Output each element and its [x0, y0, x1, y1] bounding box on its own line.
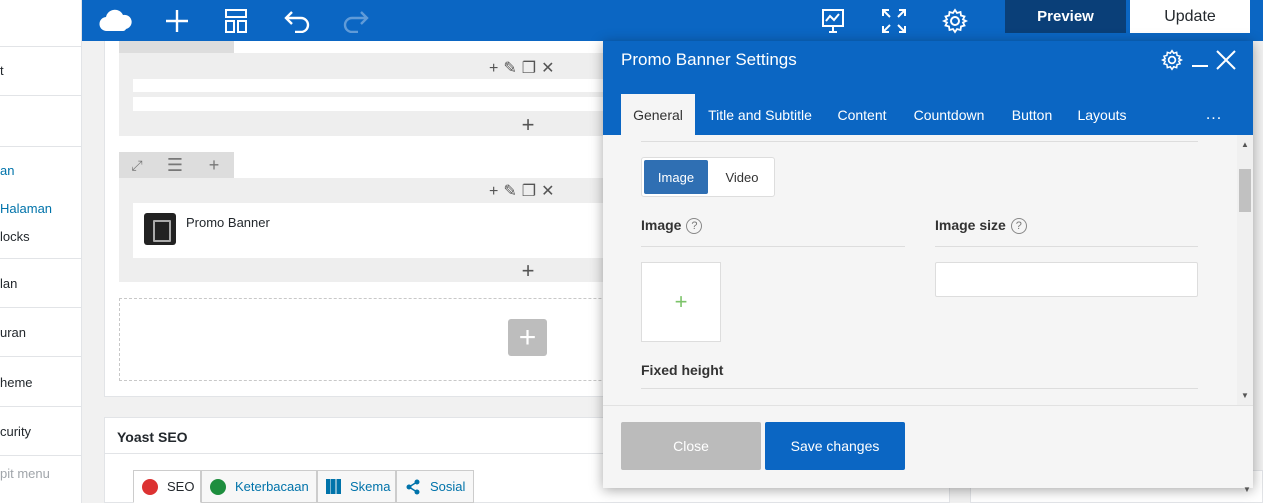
divider: [641, 141, 1198, 142]
cloud-icon[interactable]: [98, 0, 134, 41]
yoast-title: Yoast SEO: [117, 429, 188, 445]
add-icon[interactable]: [159, 0, 195, 41]
row-handle[interactable]: [119, 41, 234, 53]
menu-divider: [0, 356, 82, 357]
drag-icon[interactable]: ☰: [157, 152, 193, 178]
menu-divider: [0, 307, 82, 308]
copy-icon[interactable]: ❐: [522, 183, 541, 200]
module-controls[interactable]: +✎❐✕: [489, 58, 560, 78]
add-icon[interactable]: +: [489, 183, 503, 200]
menu-item[interactable]: curity: [0, 424, 82, 439]
menu-item[interactable]: lan: [0, 276, 82, 291]
collapse-menu[interactable]: pit menu: [0, 466, 82, 481]
menu-item[interactable]: Halaman: [0, 201, 82, 216]
image-size-select[interactable]: [935, 262, 1198, 297]
smiley-icon: [210, 478, 226, 495]
sad-face-icon: [142, 478, 158, 495]
menu-divider: [0, 95, 82, 96]
close-icon[interactable]: ✕: [541, 60, 559, 77]
layout-icon[interactable]: [218, 0, 254, 41]
preview-button[interactable]: Preview: [1005, 0, 1126, 33]
fullscreen-icon[interactable]: [876, 0, 912, 41]
admin-sidebar: t an Halaman locks lan uran heme curity …: [0, 0, 82, 503]
tab-general[interactable]: General: [621, 94, 695, 135]
gear-icon[interactable]: [1159, 47, 1185, 73]
share-icon: [405, 479, 421, 495]
menu-divider: [0, 146, 82, 147]
tab-schema[interactable]: Skema: [317, 470, 396, 503]
more-tabs-icon[interactable]: ...: [1199, 94, 1229, 135]
fixed-height-label: Fixed height: [641, 362, 724, 378]
tab-layouts[interactable]: Layouts: [1073, 94, 1131, 135]
scrollbar-thumb[interactable]: [1239, 169, 1251, 212]
undo-icon[interactable]: [279, 0, 315, 41]
edit-icon[interactable]: ✎: [503, 60, 521, 77]
menu-divider: [0, 46, 82, 47]
grid-icon: [326, 479, 341, 494]
tab-seo[interactable]: SEO: [133, 470, 201, 503]
module-controls[interactable]: +✎❐✕: [489, 181, 560, 201]
tab-title-subtitle[interactable]: Title and Subtitle: [703, 94, 817, 135]
presentation-icon[interactable]: [815, 0, 851, 41]
add-module-icon[interactable]: +: [518, 260, 538, 282]
redo-icon[interactable]: [338, 0, 374, 41]
image-size-label: Image size?: [935, 217, 1027, 234]
scroll-up-icon[interactable]: ▲: [1241, 140, 1249, 149]
scroll-down-icon[interactable]: ▼: [1241, 391, 1249, 400]
close-button[interactable]: Close: [621, 422, 761, 470]
menu-item[interactable]: locks: [0, 229, 82, 244]
gear-icon[interactable]: [937, 0, 973, 41]
modal-header: Promo Banner Settings General Title and …: [603, 41, 1253, 135]
menu-item[interactable]: uran: [0, 325, 82, 340]
divider: [935, 246, 1198, 247]
tab-countdown[interactable]: Countdown: [907, 94, 991, 135]
promo-banner-module[interactable]: [133, 203, 603, 258]
edit-icon[interactable]: ✎: [503, 183, 521, 200]
tab-social[interactable]: Sosial: [396, 470, 474, 503]
modal-title: Promo Banner Settings: [621, 50, 797, 69]
divider: [641, 388, 1198, 389]
help-icon[interactable]: ?: [1010, 218, 1027, 234]
scroll-down-icon[interactable]: ▼: [1243, 485, 1251, 494]
module-placeholder[interactable]: [133, 79, 603, 92]
move-icon[interactable]: ⤢: [119, 152, 155, 178]
plus-icon: +: [674, 289, 688, 314]
menu-item[interactable]: t: [0, 63, 82, 78]
row-handle[interactable]: ⤢ ☰ +: [119, 152, 234, 178]
copy-icon[interactable]: ❐: [522, 60, 541, 77]
tab-content[interactable]: Content: [831, 94, 893, 135]
menu-divider: [0, 258, 82, 259]
module-name: Promo Banner: [186, 215, 270, 230]
media-type-video[interactable]: Video: [710, 160, 774, 194]
update-button[interactable]: Update: [1130, 0, 1250, 33]
add-icon[interactable]: +: [195, 152, 233, 178]
tab-readability[interactable]: Keterbacaan: [201, 470, 317, 503]
add-module-icon[interactable]: +: [518, 114, 538, 136]
promo-banner-icon: [144, 213, 176, 245]
settings-modal: Promo Banner Settings General Title and …: [603, 41, 1253, 488]
module-placeholder[interactable]: [133, 97, 603, 111]
menu-item[interactable]: heme: [0, 375, 82, 390]
menu-item[interactable]: an: [0, 163, 82, 178]
close-icon[interactable]: [1213, 47, 1239, 73]
minimize-icon[interactable]: [1187, 47, 1213, 73]
image-label: Image?: [641, 217, 703, 234]
tab-button[interactable]: Button: [1005, 94, 1059, 135]
media-type-image[interactable]: Image: [644, 160, 708, 194]
close-icon[interactable]: ✕: [541, 183, 559, 200]
add-icon[interactable]: +: [489, 60, 503, 77]
save-changes-button[interactable]: Save changes: [765, 422, 905, 470]
image-upload-button[interactable]: +: [641, 262, 721, 342]
menu-divider: [0, 406, 82, 407]
add-row-button[interactable]: +: [508, 319, 547, 356]
menu-divider: [0, 455, 82, 456]
help-icon[interactable]: ?: [686, 218, 703, 234]
divider: [641, 246, 905, 247]
modal-body: Image Video Image? Image size? + Fixed h…: [603, 135, 1237, 405]
